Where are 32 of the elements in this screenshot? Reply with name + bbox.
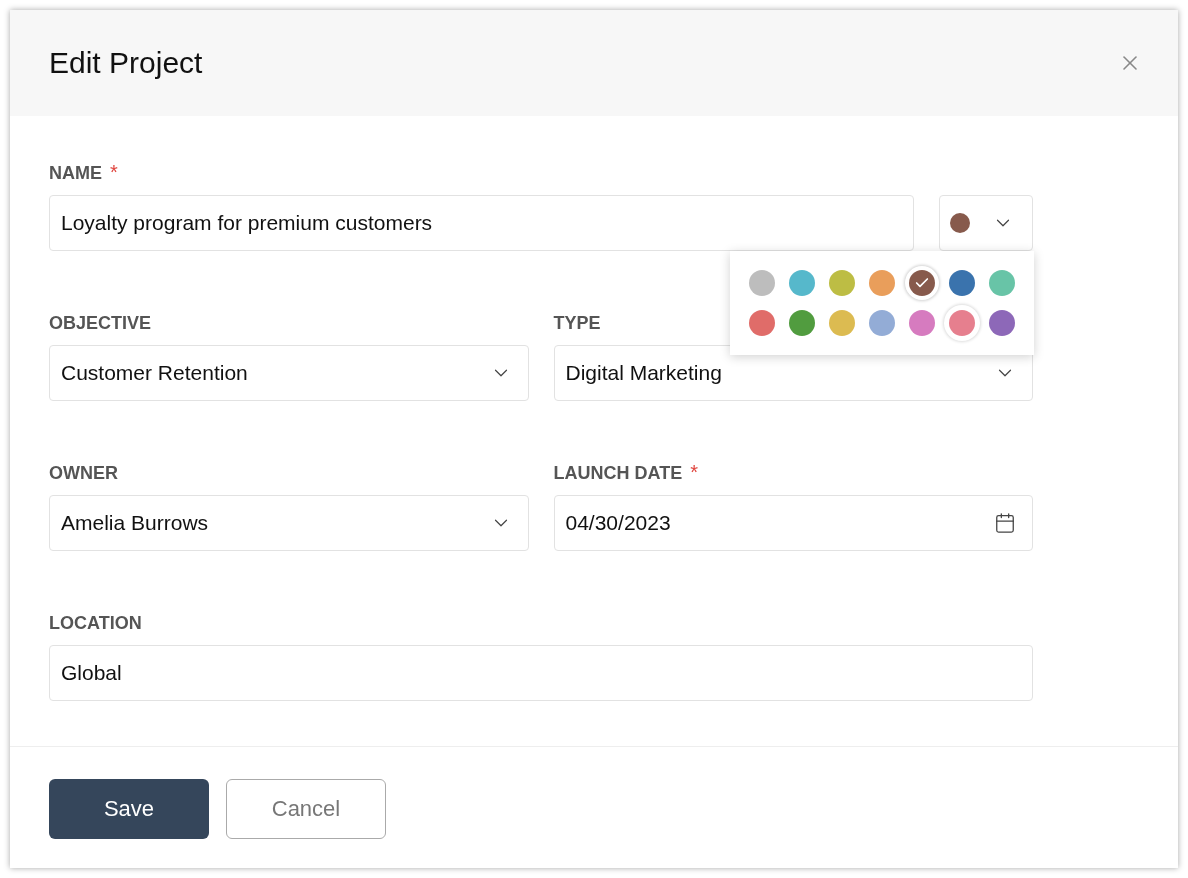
color-swatch[interactable] <box>789 310 815 336</box>
color-swatch[interactable] <box>869 310 895 336</box>
color-swatch[interactable] <box>949 270 975 296</box>
save-button[interactable]: Save <box>49 779 209 839</box>
field-label: LAUNCH DATE <box>553 463 683 483</box>
color-swatch[interactable] <box>749 270 775 296</box>
color-picker-button[interactable] <box>939 195 1033 251</box>
field-label: OWNER <box>49 463 118 483</box>
field-label: LOCATION <box>49 613 142 633</box>
date-field[interactable]: 04/30/2023 <box>553 495 1033 551</box>
color-swatch[interactable] <box>829 310 855 336</box>
select-field[interactable]: Customer Retention <box>49 345 529 401</box>
calendar-icon <box>994 512 1016 534</box>
color-swatch[interactable] <box>909 270 935 296</box>
field-label: TYPE <box>553 313 601 333</box>
color-swatch[interactable] <box>989 310 1015 336</box>
color-swatch[interactable] <box>829 270 855 296</box>
color-dot <box>950 213 970 233</box>
field-label: OBJECTIVE <box>49 313 152 333</box>
text-field[interactable]: Global <box>49 645 1033 701</box>
color-swatch[interactable] <box>909 310 935 336</box>
color-swatch[interactable] <box>869 270 895 296</box>
required-asterisk: * <box>690 463 698 481</box>
color-swatch[interactable] <box>989 270 1015 296</box>
color-swatch[interactable] <box>749 310 775 336</box>
select-field[interactable]: Amelia Burrows <box>49 495 529 551</box>
color-swatch[interactable] <box>789 270 815 296</box>
field-label: NAME <box>49 163 102 183</box>
dialog-title: Edit Project <box>49 46 203 80</box>
required-asterisk: * <box>110 163 118 181</box>
cancel-button[interactable]: Cancel <box>226 779 386 839</box>
text-field[interactable]: Loyalty program for premium customers <box>49 195 914 251</box>
